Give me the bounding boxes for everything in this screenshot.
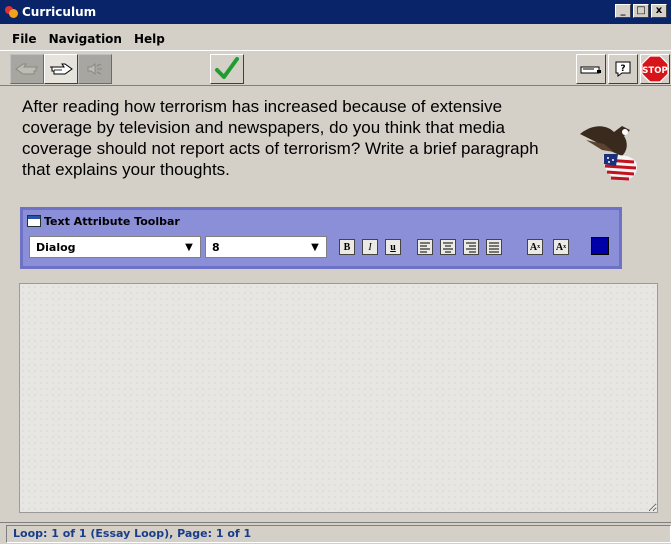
speaker-icon [87, 63, 102, 75]
align-justify-icon [489, 242, 499, 253]
font-size-value: 8 [212, 240, 220, 254]
menu-bar: File Navigation Help [0, 29, 671, 49]
chevron-down-icon[interactable]: ▼ [304, 237, 326, 257]
back-hand-icon [15, 63, 38, 75]
main-toolbar: ? STOP [0, 50, 671, 86]
menu-navigation[interactable]: Navigation [49, 32, 122, 46]
align-justify-button[interactable] [486, 239, 502, 255]
forward-button[interactable] [44, 54, 78, 84]
align-center-icon [443, 242, 453, 253]
align-left-button[interactable] [417, 239, 433, 255]
forward-hand-icon [50, 63, 73, 75]
window-title: Curriculum [22, 5, 97, 19]
text-color-picker[interactable] [591, 237, 609, 255]
toolbar-title-text: Text Attribute Toolbar [44, 214, 180, 228]
minimize-button[interactable]: _ [615, 4, 631, 18]
maximize-button[interactable]: □ [633, 4, 649, 18]
print-button[interactable] [576, 54, 606, 84]
eagle-flag-icon [580, 126, 638, 181]
superscript-label: A [529, 241, 538, 253]
menu-help[interactable]: Help [134, 32, 165, 46]
chevron-down-icon[interactable]: ▼ [178, 237, 200, 257]
align-right-button[interactable] [463, 239, 479, 255]
subscript-button[interactable]: Ax [553, 239, 569, 255]
menu-file[interactable]: File [12, 32, 37, 46]
text-attribute-toolbar: Text Attribute Toolbar Dialog ▼ 8 ▼ B I … [20, 207, 622, 269]
bold-button[interactable]: B [339, 239, 355, 255]
question-prompt: After reading how terrorism has increase… [22, 97, 539, 179]
window-icon [27, 215, 41, 227]
toolbar-title: Text Attribute Toolbar [27, 213, 180, 229]
status-text: Loop: 1 of 1 (Essay Loop), Page: 1 of 1 [6, 524, 671, 543]
stop-button[interactable]: STOP [640, 54, 670, 84]
stop-icon-label: STOP [642, 66, 667, 76]
audio-button[interactable] [78, 54, 112, 84]
app-logo-icon [4, 5, 18, 19]
back-button[interactable] [10, 54, 44, 84]
help-icon: ? [615, 61, 631, 77]
help-icon-label: ? [620, 64, 625, 74]
font-size-select[interactable]: 8 ▼ [205, 236, 327, 258]
title-bar: Curriculum _ □ x [0, 0, 671, 24]
close-button[interactable]: x [651, 4, 667, 18]
align-center-button[interactable] [440, 239, 456, 255]
window-controls: _ □ x [615, 4, 667, 18]
italic-button[interactable]: I [362, 239, 378, 255]
align-right-icon [466, 242, 476, 253]
font-family-select[interactable]: Dialog ▼ [29, 236, 201, 258]
status-bar: Loop: 1 of 1 (Essay Loop), Page: 1 of 1 [0, 522, 671, 544]
help-button[interactable]: ? [608, 54, 638, 84]
underline-button[interactable]: u [385, 239, 401, 255]
stop-icon: STOP [641, 55, 669, 83]
superscript-button[interactable]: Ax [527, 239, 543, 255]
align-left-icon [420, 242, 430, 253]
subscript-label: A [555, 241, 564, 253]
essay-text-area[interactable] [19, 283, 658, 513]
checkmark-icon [215, 57, 239, 79]
printer-icon [580, 66, 601, 74]
submit-button[interactable] [210, 54, 244, 84]
font-family-value: Dialog [36, 240, 76, 254]
